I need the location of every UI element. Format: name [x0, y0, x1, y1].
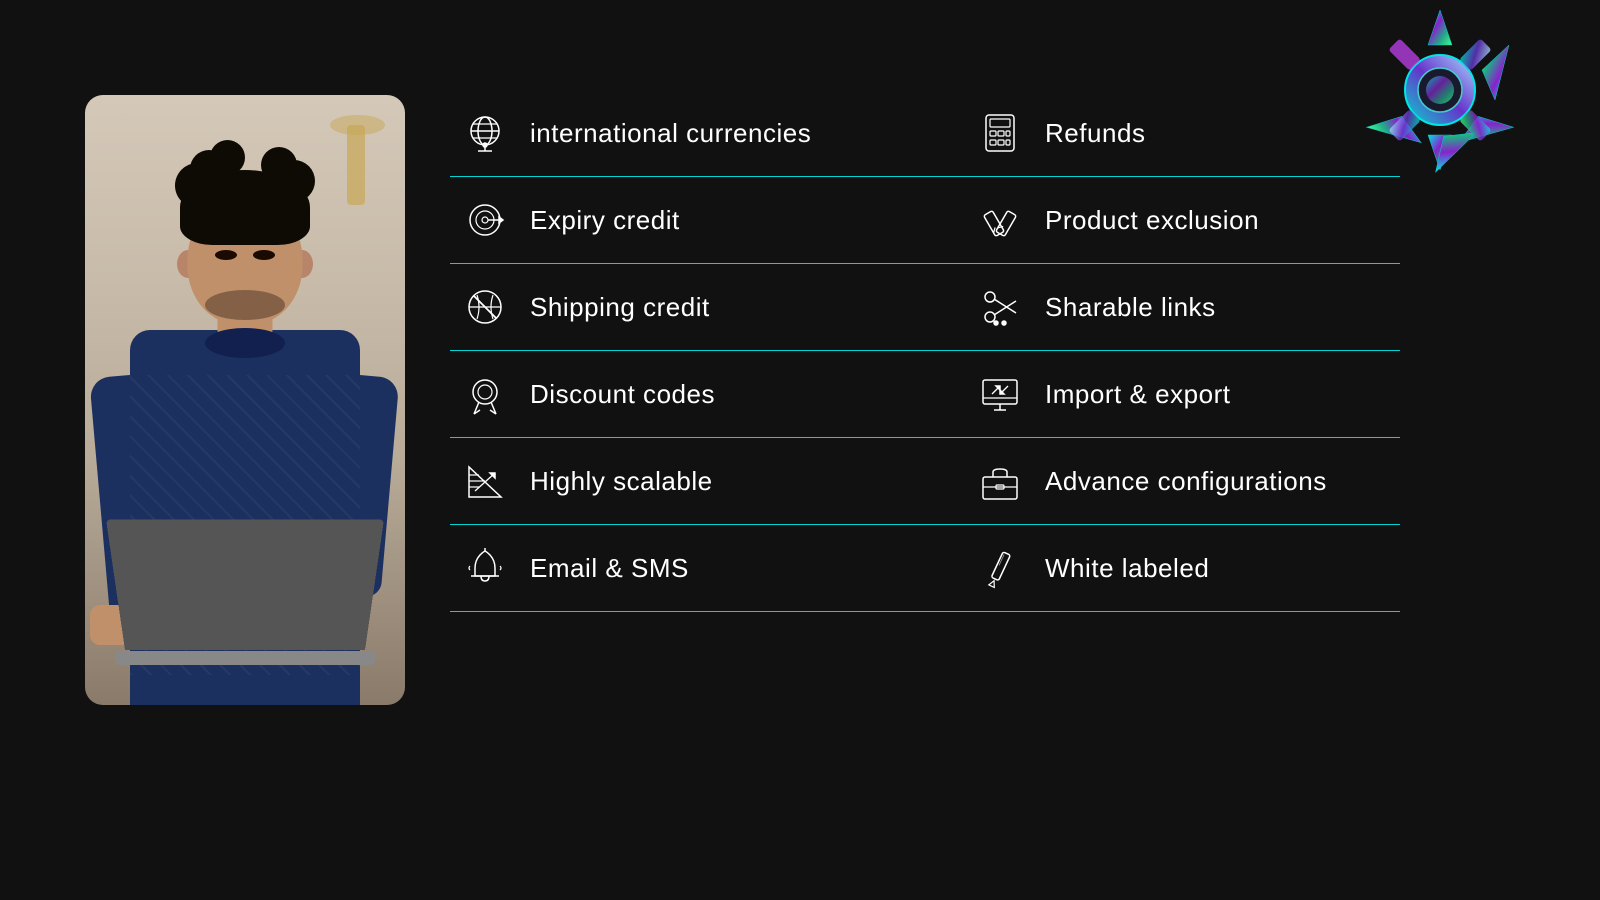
discount-icon: [460, 369, 510, 419]
edit-icon: [975, 543, 1025, 593]
feature-expiry-credit: Expiry credit: [450, 177, 925, 264]
product-exclusion-label: Product exclusion: [1045, 205, 1259, 236]
person-photo: [85, 95, 405, 705]
feature-international-currencies: international currencies: [450, 90, 925, 177]
refunds-label: Refunds: [1045, 118, 1145, 149]
feature-import-export: Import & export: [925, 351, 1400, 438]
gear-decoration: [1260, 10, 1520, 290]
import-export-label: Import & export: [1045, 379, 1231, 410]
features-section: international currencies Refunds: [450, 90, 1400, 612]
shipping-credit-label: Shipping credit: [530, 292, 710, 323]
calculator-icon: [975, 108, 1025, 158]
discount-codes-label: Discount codes: [530, 379, 715, 410]
scalable-icon: [460, 456, 510, 506]
advance-configurations-label: Advance configurations: [1045, 466, 1327, 497]
scissors-icon: [975, 282, 1025, 332]
feature-white-labeled: White labeled: [925, 525, 1400, 612]
feature-shipping-credit: Shipping credit: [450, 264, 925, 351]
notification-icon: [460, 543, 510, 593]
globe-icon: [460, 108, 510, 158]
highly-scalable-label: Highly scalable: [530, 466, 713, 497]
features-grid: international currencies Refunds: [450, 90, 1400, 612]
import-export-icon: [975, 369, 1025, 419]
expiry-icon: [460, 195, 510, 245]
feature-discount-codes: Discount codes: [450, 351, 925, 438]
sharable-links-label: Sharable links: [1045, 292, 1216, 323]
feature-highly-scalable: Highly scalable: [450, 438, 925, 525]
email-sms-label: Email & SMS: [530, 553, 689, 584]
international-currencies-label: international currencies: [530, 118, 811, 149]
feature-email-sms: Email & SMS: [450, 525, 925, 612]
exclusion-icon: [975, 195, 1025, 245]
shipping-icon: [460, 282, 510, 332]
white-labeled-label: White labeled: [1045, 553, 1209, 584]
feature-advance-configurations: Advance configurations: [925, 438, 1400, 525]
config-icon: [975, 456, 1025, 506]
expiry-credit-label: Expiry credit: [530, 205, 680, 236]
